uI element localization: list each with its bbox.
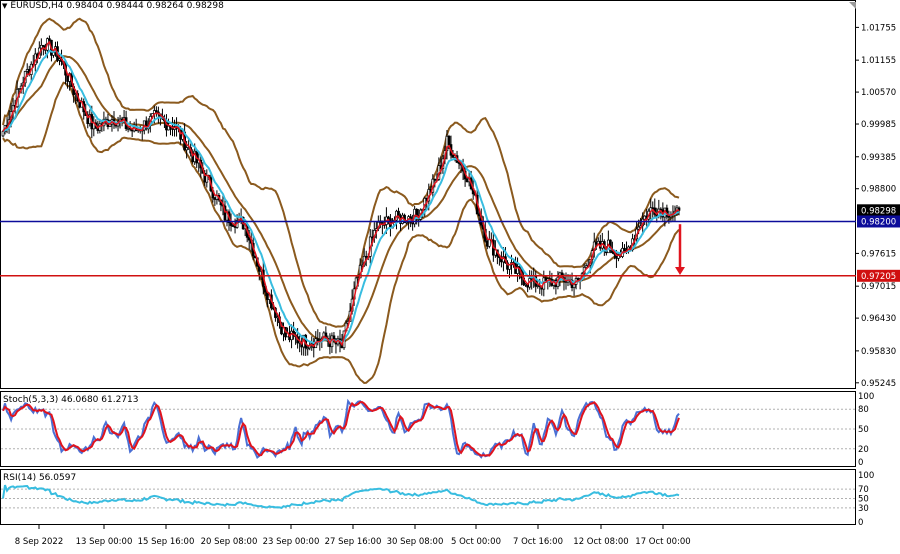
- rsi-label: RSI(14) 56.0597: [3, 473, 76, 483]
- price-tick-label: 0.95830: [861, 347, 896, 357]
- stoch-label: Stoch(5,3,3) 46.0680 61.2713: [3, 395, 138, 405]
- candle-body: [572, 284, 576, 289]
- price-tick-label: 0.97015: [861, 282, 896, 292]
- price-tick-label: 0.97615: [861, 249, 896, 259]
- price-tick-label: 0.99385: [861, 153, 896, 163]
- price-axis: 1.01755 1.01155 1.00570 0.99985 0.99385 0.988…: [855, 23, 900, 389]
- fast-ma-line: [2, 40, 679, 348]
- candle: [457, 161, 461, 170]
- arrow-head: [675, 266, 685, 275]
- candle-body: [447, 135, 451, 145]
- triangle-down-icon[interactable]: ▼: [2, 2, 7, 10]
- price-tick-label: 1.00570: [861, 88, 896, 98]
- level-price-label: 0.98200: [861, 217, 896, 227]
- time-tick-label: 5 Oct 00:00: [451, 537, 501, 547]
- price-tick-label: 0.99985: [861, 120, 896, 130]
- one-click-trading-icon[interactable]: [849, 2, 856, 9]
- rsi-panel-frame: [0, 469, 856, 525]
- price-candles: [1, 35, 681, 358]
- rsi-level-label: 30: [858, 504, 869, 514]
- candle: [381, 220, 384, 235]
- middle-band-line: [2, 55, 680, 344]
- time-tick-label: 20 Sep 08:00: [201, 537, 258, 547]
- symbol-timeframe: EURUSD,H4: [10, 1, 64, 11]
- time-tick-label: 17 Oct 00:00: [635, 537, 690, 547]
- slow-ma-line: [2, 49, 680, 345]
- level-price-label: 0.97205: [861, 272, 896, 282]
- candle-body: [397, 210, 400, 217]
- stoch-level-label: 50: [858, 425, 869, 435]
- stoch-level-label: 100: [858, 392, 874, 402]
- rsi-level-label: 0: [858, 518, 863, 528]
- rsi-level-label: 100: [858, 471, 874, 481]
- price-tick-label: 1.01755: [861, 23, 896, 33]
- time-tick-label: 12 Oct 08:00: [573, 537, 628, 547]
- candle: [205, 169, 209, 188]
- candle-body: [52, 52, 55, 56]
- bollinger-bands: [2, 17, 680, 385]
- time-tick-label: 13 Sep 00:00: [76, 537, 133, 547]
- time-axis: 8 Sep 2022 13 Sep 00:00 15 Sep 16:00 20 Sep…: [15, 525, 691, 547]
- candle: [669, 211, 673, 223]
- price-tick-label: 1.01155: [861, 56, 896, 66]
- candle: [290, 324, 293, 349]
- candle: [155, 106, 158, 117]
- time-tick-label: 7 Oct 16:00: [513, 537, 563, 547]
- stoch-level-label: 80: [858, 405, 869, 415]
- time-tick-label: 15 Sep 16:00: [138, 537, 195, 547]
- chart-header: ▼ EURUSD,H4 0.98404 0.98444 0.98264 0.982…: [2, 1, 224, 11]
- ohlc-values: 0.98404 0.98444 0.98264 0.98298: [66, 1, 224, 11]
- rsi-line: [2, 484, 680, 509]
- time-tick-label: 30 Sep 08:00: [387, 537, 444, 547]
- time-tick-label: 27 Sep 16:00: [325, 537, 382, 547]
- price-tick-label: 0.96430: [861, 314, 896, 324]
- current-price-label: 0.98298: [861, 206, 896, 216]
- price-tick-label: 0.98800: [861, 185, 896, 195]
- moving-averages: [2, 40, 680, 348]
- stoch-level-label: 20: [858, 445, 869, 455]
- price-tick-label: 0.95245: [861, 379, 896, 389]
- rsi-indicator: 1007050300: [1, 471, 874, 528]
- price-levels: [0, 220, 856, 277]
- stoch-level-label: 0: [858, 458, 863, 468]
- time-tick-label: 23 Sep 00:00: [263, 537, 320, 547]
- trading-chart[interactable]: 1.01755 1.01155 1.00570 0.99985 0.99385 0.988…: [0, 0, 900, 554]
- time-tick-label: 8 Sep 2022: [15, 537, 63, 547]
